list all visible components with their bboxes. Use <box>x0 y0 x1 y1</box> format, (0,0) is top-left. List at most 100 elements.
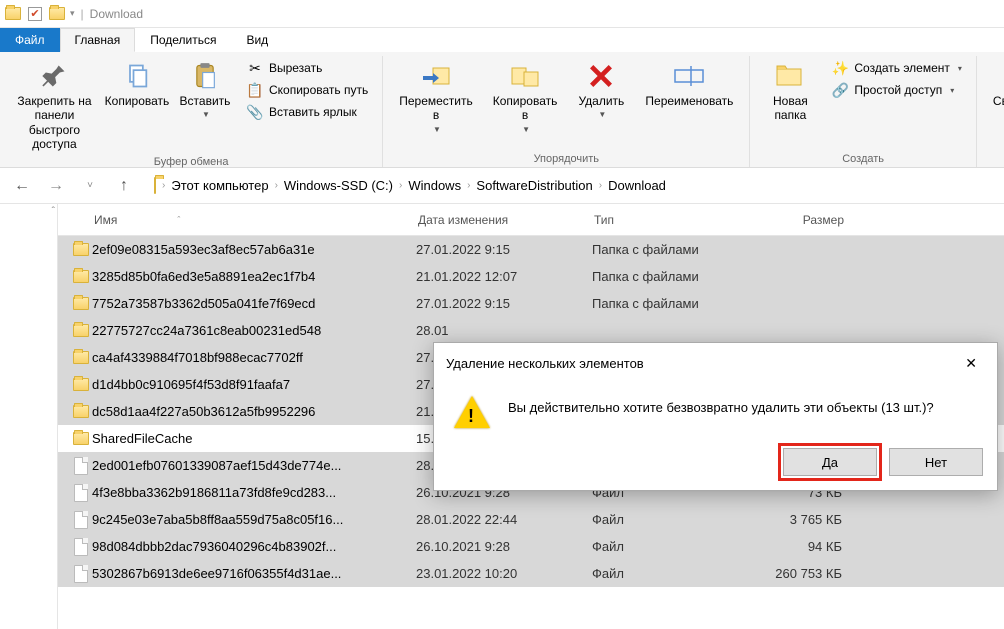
delete-icon <box>585 60 617 92</box>
col-type[interactable]: Тип <box>594 213 744 227</box>
up-button[interactable]: ↑ <box>112 174 136 198</box>
table-row[interactable]: 98d084dbbb2dac7936040296c4b83902f...26.1… <box>58 533 1004 560</box>
file-date: 28.01.2022 22:44 <box>416 512 592 527</box>
file-name: 4f3e8bba3362b9186811a73fd8fe9cd283... <box>92 485 416 500</box>
copy-icon <box>121 60 153 92</box>
properties-button[interactable]: Свойства ▼ <box>987 58 1004 122</box>
chevron-down-icon: ▼ <box>598 110 606 120</box>
group-label-new: Создать <box>760 151 966 165</box>
folder-icon <box>70 324 92 337</box>
crumb[interactable]: Download <box>608 178 666 193</box>
table-row[interactable]: 9c245e03e7aba5b8ff8aa559d75a8c05f16...28… <box>58 506 1004 533</box>
file-type: Файл <box>592 512 742 527</box>
rename-button[interactable]: Переименовать <box>639 58 739 110</box>
close-button[interactable]: ✕ <box>957 353 985 374</box>
chevron-down-icon: ▼ <box>202 110 210 120</box>
file-date: 28.01 <box>416 323 592 338</box>
file-name: d1d4bb0c910695f4f53d8f91faafa7 <box>92 377 416 392</box>
sidebar[interactable]: ˆ <box>0 204 58 629</box>
file-icon <box>70 565 92 583</box>
scissors-icon: ✂ <box>247 60 263 76</box>
check-icon[interactable]: ✔ <box>26 5 44 23</box>
pin-quickaccess-button[interactable]: Закрепить на панели быстрого доступа <box>10 58 99 154</box>
tab-file[interactable]: Файл <box>0 28 60 52</box>
table-row[interactable]: 3285d85b0fa6ed3e5a8891ea2ec1f7b421.01.20… <box>58 263 1004 290</box>
file-date: 27.01.2022 9:15 <box>416 296 592 311</box>
chevron-right-icon: › <box>275 180 278 191</box>
ribbon: Закрепить на панели быстрого доступа Коп… <box>0 52 1004 168</box>
shortcut-icon: 📎 <box>247 104 263 120</box>
folder-icon <box>154 178 156 193</box>
pin-icon <box>38 60 70 92</box>
crumb[interactable]: SoftwareDistribution <box>476 178 592 193</box>
table-row[interactable]: 22775727cc24a7361c8eab00231ed54828.01 <box>58 317 1004 344</box>
no-button[interactable]: Нет <box>889 448 983 476</box>
crumb[interactable]: Windows <box>408 178 461 193</box>
paste-button[interactable]: Вставить ▼ <box>175 58 235 122</box>
table-row[interactable]: 2ef09e08315a593ec3af8ec57ab6a31e27.01.20… <box>58 236 1004 263</box>
folder-icon <box>70 351 92 364</box>
file-type: Файл <box>592 566 742 581</box>
moveto-button[interactable]: Переместить в▼ <box>393 58 479 136</box>
file-name: 5302867b6913de6ee9716f06355f4d31ae... <box>92 566 416 581</box>
crumb[interactable]: Windows-SSD (C:) <box>284 178 393 193</box>
file-name: 3285d85b0fa6ed3e5a8891ea2ec1f7b4 <box>92 269 416 284</box>
chevron-right-icon: › <box>399 180 402 191</box>
file-name: 2ed001efb07601339087aef15d43de774e... <box>92 458 416 473</box>
tab-view[interactable]: Вид <box>231 28 283 52</box>
file-icon <box>70 484 92 502</box>
file-name: 98d084dbbb2dac7936040296c4b83902f... <box>92 539 416 554</box>
newfolder-icon <box>774 60 806 92</box>
copyto-icon <box>509 60 541 92</box>
dialog-title: Удаление нескольких элементов <box>446 356 644 371</box>
delete-confirm-dialog: Удаление нескольких элементов ✕ Вы дейст… <box>433 342 998 491</box>
file-name: dc58d1aa4f227a50b3612a5fb9952296 <box>92 404 416 419</box>
scroll-up-icon[interactable]: ˆ <box>52 206 55 217</box>
yes-button[interactable]: Да <box>783 448 877 476</box>
copy-button[interactable]: Копировать <box>107 58 167 110</box>
col-size[interactable]: Размер <box>744 213 864 227</box>
copy-path-button[interactable]: 📋 Скопировать путь <box>243 80 372 100</box>
new-item-button[interactable]: ✨ Создать элемент▾ <box>828 58 966 78</box>
group-organize: Переместить в▼ Копировать в▼ Удалить ▼ <box>383 56 750 167</box>
qat-dropdown-icon[interactable]: ▾ <box>70 8 75 19</box>
table-row[interactable]: 5302867b6913de6ee9716f06355f4d31ae...23.… <box>58 560 1004 587</box>
pin-label: Закрепить на панели быстрого доступа <box>16 94 93 152</box>
file-type: Папка с файлами <box>592 242 742 257</box>
folder-icon <box>70 432 92 445</box>
copyto-button[interactable]: Копировать в▼ <box>487 58 564 136</box>
file-name: ca4af4339884f7018bf988ecac7702ff <box>92 350 416 365</box>
column-headers[interactable]: Имяˆ Дата изменения Тип Размер <box>58 204 1004 236</box>
crumb[interactable]: Этот компьютер <box>171 178 268 193</box>
ribbon-tabs: Файл Главная Поделиться Вид <box>0 28 1004 52</box>
forward-button[interactable]: → <box>44 174 68 198</box>
group-label-clipboard: Буфер обмена <box>10 154 372 168</box>
chevron-right-icon: › <box>162 180 165 191</box>
paste-icon <box>189 60 221 92</box>
file-date: 21.01.2022 12:07 <box>416 269 592 284</box>
file-name: SharedFileCache <box>92 431 416 446</box>
dialog-message: Вы действительно хотите безвозвратно уда… <box>508 396 934 418</box>
folder-icon <box>48 5 66 23</box>
breadcrumb[interactable]: › Этот компьютер › Windows-SSD (C:) › Wi… <box>146 174 994 197</box>
file-date: 26.10.2021 9:28 <box>416 539 592 554</box>
folder-icon <box>70 378 92 391</box>
warning-icon <box>454 396 490 432</box>
tab-share[interactable]: Поделиться <box>135 28 231 52</box>
new-folder-button[interactable]: Новая папка <box>760 58 820 125</box>
cut-button[interactable]: ✂ Вырезать <box>243 58 372 78</box>
col-date[interactable]: Дата изменения <box>418 213 594 227</box>
recent-dropdown[interactable]: ˅ <box>78 174 102 198</box>
table-row[interactable]: 7752a73587b3362d505a041fe7f69ecd27.01.20… <box>58 290 1004 317</box>
paste-shortcut-button[interactable]: 📎 Вставить ярлык <box>243 102 372 122</box>
delete-button[interactable]: Удалить ▼ <box>571 58 631 122</box>
easy-access-button[interactable]: 🔗 Простой доступ▾ <box>828 80 966 100</box>
folder-icon <box>70 297 92 310</box>
col-name[interactable]: Имя <box>94 213 117 227</box>
back-button[interactable]: ← <box>10 174 34 198</box>
tab-home[interactable]: Главная <box>60 28 136 52</box>
group-label-organize: Упорядочить <box>393 151 739 165</box>
moveto-icon <box>420 60 452 92</box>
file-name: 7752a73587b3362d505a041fe7f69ecd <box>92 296 416 311</box>
folder-icon <box>70 270 92 283</box>
